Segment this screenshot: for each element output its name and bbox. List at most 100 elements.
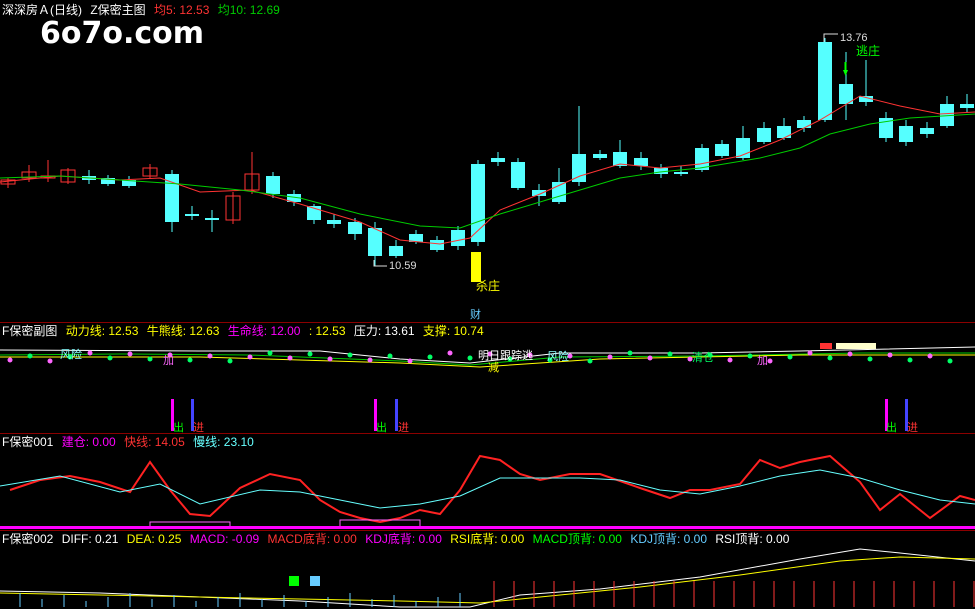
sub3-item: KDJ底背: 0.00 (365, 532, 442, 546)
diff-line (0, 548, 975, 608)
signal-dot (787, 354, 793, 360)
marker-jia: 加 (163, 355, 174, 367)
signal-dot (727, 357, 733, 363)
candle-body (368, 228, 382, 256)
signal-block (836, 343, 876, 349)
main-header: 深深房Ａ(日线) Z保密主图 均5: 12.53 均10: 12.69 (2, 3, 285, 17)
build-bar (0, 526, 975, 529)
candle-body (757, 128, 771, 142)
candle-body (777, 126, 791, 138)
sub1-item: 支撑: 10.74 (422, 324, 484, 338)
signal-dot (107, 355, 113, 361)
candle-body (327, 220, 341, 224)
high-pointer (823, 33, 838, 42)
signal-dot (307, 351, 313, 357)
signal-dot (287, 355, 293, 361)
signal-dot (347, 352, 353, 358)
signal-dot (47, 358, 53, 364)
indicator-name[interactable]: Z保密主图 (90, 3, 145, 17)
signal-dot (847, 351, 853, 357)
kdj-top-signal (310, 576, 320, 586)
signal-dot (627, 350, 633, 356)
signal-dot (187, 357, 193, 363)
candle-body (920, 128, 934, 134)
signal-dot (927, 353, 933, 359)
sub-chart-1[interactable]: F保密副图 动力线: 12.53 牛熊线: 12.63 生命线: 12.00 :… (0, 323, 975, 434)
signal-dot (887, 352, 893, 358)
signal-dot (827, 355, 833, 361)
signal-dot (447, 350, 453, 356)
candle-body (348, 222, 362, 234)
sub-chart-2[interactable]: F保密001 建仓: 0.00 快线: 14.05 慢线: 23.10 (0, 434, 975, 530)
ma10-line (0, 113, 975, 229)
candle-body (266, 176, 280, 194)
candle-body (572, 154, 586, 182)
candle-body (715, 144, 729, 156)
main-chart-panel[interactable]: 6o7o.com 深深房Ａ(日线) Z保密主图 均5: 12.53 均10: 1… (0, 0, 975, 322)
candle-body (389, 246, 403, 256)
macd-top-signal (289, 576, 299, 586)
candle-body (430, 240, 444, 250)
sub1-title[interactable]: F保密副图 (2, 324, 57, 338)
build-outline (149, 521, 231, 526)
signal-dot (667, 351, 673, 357)
sub3-item: MACD底背: 0.00 (267, 532, 357, 546)
signal-dot (607, 354, 613, 360)
signal-dot (227, 358, 233, 364)
sub1-canvas[interactable] (0, 323, 975, 433)
sub3-item: DEA: 0.25 (126, 532, 182, 546)
stock-name[interactable]: 深深房Ａ(日线) (2, 3, 82, 17)
ma5-value: 均5: 12.53 (154, 3, 210, 17)
sub1-header: F保密副图 动力线: 12.53 牛熊线: 12.63 生命线: 12.00 :… (2, 324, 489, 338)
candle-body (532, 190, 546, 196)
sub2-header: F保密001 建仓: 0.00 快线: 14.05 慢线: 23.10 (2, 435, 259, 449)
signal-dot (647, 355, 653, 361)
sub1-item: 动力线: 12.53 (65, 324, 139, 338)
signal-dot (867, 356, 873, 362)
candle-body (165, 174, 179, 222)
marker-jia-2: 加 (757, 355, 768, 367)
marker-mingri: 明日跟踪逃 (478, 350, 533, 362)
signal-dot (247, 354, 253, 360)
fast-line (9, 454, 975, 524)
marker-fengxian-2: 风险 (547, 351, 569, 363)
signal-dot (127, 351, 133, 357)
signal-dot (947, 358, 953, 364)
candle-body (797, 120, 811, 128)
marker-qingcang: 清仓 (692, 352, 714, 364)
signal-dot (87, 350, 93, 356)
signal-block (820, 343, 832, 349)
candle-body (593, 154, 607, 158)
sub2-item: 快线: 14.05 (124, 435, 185, 449)
dea-line (0, 556, 975, 604)
signal-dot (147, 356, 153, 362)
sub1-item: 牛熊线: 12.63 (146, 324, 220, 338)
sub2-title[interactable]: F保密001 (2, 435, 53, 449)
candle-body (205, 218, 219, 220)
sub3-header: F保密002 DIFF: 0.21 DEA: 0.25 MACD: -0.09 … (2, 532, 794, 546)
signal-dot (767, 358, 773, 364)
sub3-title[interactable]: F保密002 (2, 532, 53, 546)
candle-body (451, 230, 465, 246)
marker-fengxian: 风险 (60, 349, 82, 361)
sub3-item: MACD: -0.09 (189, 532, 260, 546)
candle-body (185, 214, 199, 216)
escape-arrow (843, 70, 848, 76)
low-label: 10.59 (389, 260, 417, 272)
candle-body (511, 162, 525, 188)
ma10-value: 均10: 12.69 (217, 3, 280, 17)
sub2-item: 慢线: 23.10 (193, 435, 254, 449)
candle-body (491, 158, 505, 162)
signal-dot (267, 350, 273, 356)
kill-label: 杀庄 (476, 279, 501, 293)
signal-dot (747, 353, 753, 359)
candle-body (818, 42, 832, 120)
sub1-item: 生命线: 12.00 (227, 324, 301, 338)
sub3-item: MACD顶背: 0.00 (532, 532, 622, 546)
sub2-item: 建仓: 0.00 (61, 435, 116, 449)
slow-line (0, 469, 975, 509)
sub-chart-3[interactable]: F保密002 DIFF: 0.21 DEA: 0.25 MACD: -0.09 … (0, 531, 975, 609)
sub3-item: RSI顶背: 0.00 (715, 532, 790, 546)
sub3-item: RSI底背: 0.00 (450, 532, 525, 546)
signal-dot (7, 357, 13, 363)
